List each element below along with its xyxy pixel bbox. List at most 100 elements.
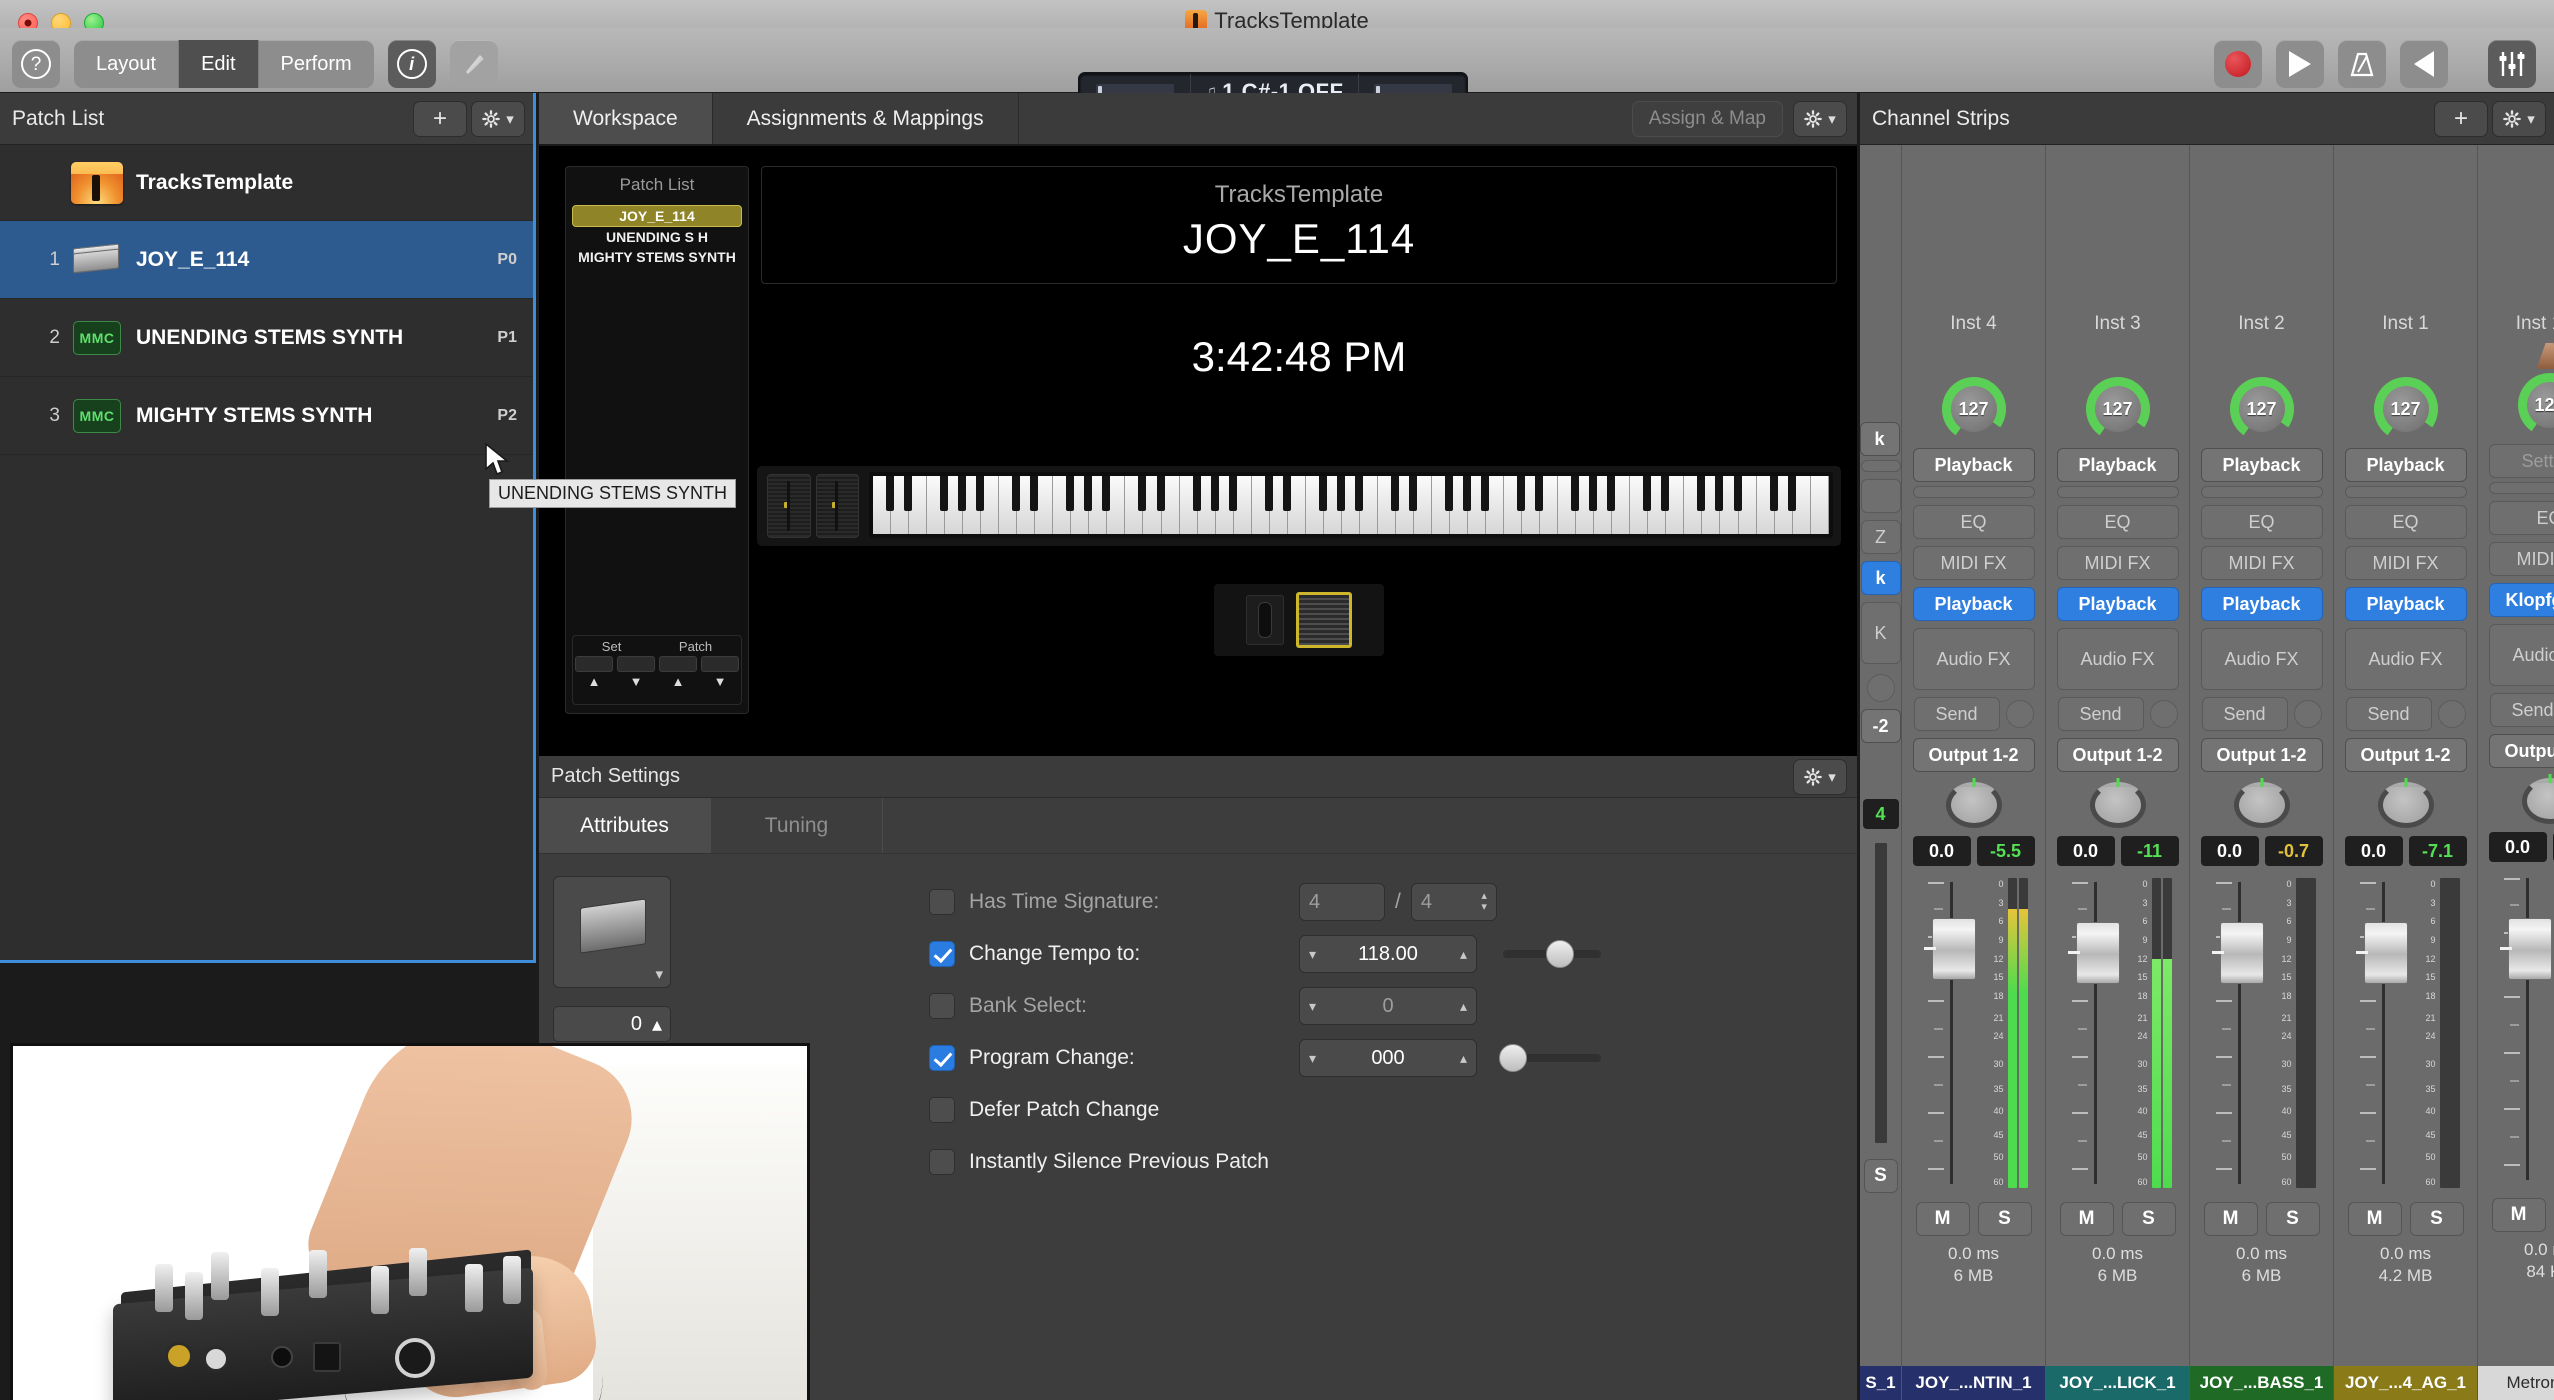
assign-and-map-button[interactable]: Assign & Map xyxy=(1631,101,1783,137)
defer-patch-change-checkbox[interactable] xyxy=(929,1097,955,1123)
tab-assignments-mappings[interactable]: Assignments & Mappings xyxy=(713,93,1019,144)
tuner-button[interactable] xyxy=(449,40,498,88)
strip-3-send-knob[interactable] xyxy=(2293,700,2322,728)
strip-4-send-knob[interactable] xyxy=(2437,700,2466,728)
workspace-patch-item-1[interactable]: JOY_E_114 xyxy=(572,205,742,227)
strip-2-pan-knob[interactable] xyxy=(2089,782,2146,828)
strip-1-insert-slot[interactable]: Playback xyxy=(1912,587,2035,621)
instantly-silence-checkbox[interactable] xyxy=(929,1149,955,1175)
program-change-slider-knob[interactable] xyxy=(1499,1044,1528,1072)
strip-2-fader[interactable] xyxy=(2064,878,2120,1188)
strip-5-eq-slot[interactable]: EQ xyxy=(2488,501,2554,535)
chevron-up-icon[interactable]: ▴ xyxy=(1460,1050,1467,1067)
strip-5-pan-knob[interactable] xyxy=(2521,778,2554,824)
strip-1-send-knob[interactable] xyxy=(2005,700,2034,728)
patch-list-folder-row[interactable]: TracksTemplate xyxy=(0,145,533,221)
strip-1-send-slot[interactable]: Send xyxy=(1913,697,2000,731)
tab-workspace[interactable]: Workspace xyxy=(539,93,713,144)
strip-5-instrument-slot[interactable]: Setting xyxy=(2488,444,2554,478)
strip-1-solo-button[interactable]: S xyxy=(1977,1202,2032,1236)
partial-eq-slot[interactable] xyxy=(1860,479,1901,513)
patch-list-row-2[interactable]: 2 MMC UNENDING STEMS SYNTH P1 xyxy=(0,299,533,377)
chevron-down-icon[interactable]: ▾ xyxy=(1309,1050,1316,1067)
strip-2-output-slot[interactable]: Output 1-2 xyxy=(2056,738,2179,772)
change-tempo-slider[interactable] xyxy=(1503,940,1601,968)
strip-2-mute-button[interactable]: M xyxy=(2059,1202,2114,1236)
chevron-down-icon[interactable]: ▾ xyxy=(1309,946,1316,963)
change-tempo-checkbox[interactable] xyxy=(929,941,955,967)
time-signature-denominator[interactable]: 4 ▴ ▾ xyxy=(1410,883,1497,921)
channel-strip-partial[interactable]: k Z k K -2 4 S S_1 xyxy=(1860,145,1902,1400)
strip-4-fader[interactable] xyxy=(2352,878,2408,1188)
mode-perform[interactable]: Perform xyxy=(259,40,374,88)
channel-strip-inst-2[interactable]: Inst 2 127 Playback EQ MIDI FX Playback … xyxy=(2190,145,2334,1400)
patch-down-button[interactable] xyxy=(701,656,739,672)
strip-4-pan-knob[interactable] xyxy=(2377,782,2434,828)
strip-2-midifx-slot[interactable]: MIDI FX xyxy=(2056,546,2179,580)
strip-3-eq-slot[interactable]: EQ xyxy=(2200,505,2323,539)
strip-5-fader[interactable] xyxy=(2496,874,2552,1184)
workspace-patch-item-2[interactable]: UNENDING S H xyxy=(566,227,748,247)
partial-output-slot[interactable]: -2 xyxy=(1860,709,1901,743)
pitch-bend-wheel-icon[interactable] xyxy=(767,474,811,538)
strip-4-mute-button[interactable]: M xyxy=(2347,1202,2402,1236)
tab-tuning[interactable]: Tuning xyxy=(711,798,883,853)
partial-insert-slot[interactable]: k xyxy=(1860,561,1901,595)
strip-4-solo-button[interactable]: S xyxy=(2409,1202,2464,1236)
chevron-down-icon[interactable]: ▾ xyxy=(1309,998,1316,1015)
help-button[interactable]: ? xyxy=(12,40,60,88)
strip-3-level-knob[interactable]: 127 xyxy=(2229,377,2294,441)
strip-2-audiofx-slot[interactable]: Audio FX xyxy=(2056,628,2179,690)
set-up-button[interactable] xyxy=(575,656,613,672)
play-button[interactable] xyxy=(2276,40,2324,88)
video-overlay[interactable] xyxy=(10,1043,810,1400)
piano-keyboard-icon[interactable] xyxy=(757,466,1841,546)
strip-2-send-slot[interactable]: Send xyxy=(2057,697,2144,731)
strip-1-instrument-slot[interactable]: Playback xyxy=(1912,448,2035,482)
strip-5-audiofx-slot[interactable]: Audio FX xyxy=(2488,624,2554,686)
strip-2-instrument-slot[interactable]: Playback xyxy=(2056,448,2179,482)
program-change-checkbox[interactable] xyxy=(929,1045,955,1071)
metronome-button[interactable] xyxy=(2338,40,2386,88)
strip-3-insert-slot[interactable]: Playback xyxy=(2200,587,2323,621)
strip-3-fader[interactable] xyxy=(2208,878,2264,1188)
strip-3-send-slot[interactable]: Send xyxy=(2201,697,2288,731)
program-change-slider[interactable] xyxy=(1499,1044,1601,1072)
strip-4-instrument-slot[interactable]: Playback xyxy=(2344,448,2467,482)
add-patch-button[interactable]: + xyxy=(413,101,467,137)
partial-midifx-slot[interactable]: Z xyxy=(1860,520,1901,554)
strip-4-audiofx-slot[interactable]: Audio FX xyxy=(2344,628,2467,690)
has-time-signature-checkbox[interactable] xyxy=(929,889,955,915)
mode-edit[interactable]: Edit xyxy=(179,40,259,88)
record-button[interactable] xyxy=(2214,40,2262,88)
strip-5-midifx-slot[interactable]: MIDI FX xyxy=(2488,542,2554,576)
patch-icon-preview[interactable]: ▾ xyxy=(553,876,671,988)
strip-5-level-knob[interactable]: 127 xyxy=(2517,373,2554,437)
modulation-wheel-icon[interactable] xyxy=(815,474,859,538)
channel-strip-inst-4[interactable]: Inst 4 127 Playback EQ MIDI FX Playback … xyxy=(1902,145,2046,1400)
chevron-up-icon[interactable]: ▴ xyxy=(1460,998,1467,1015)
mode-layout[interactable]: Layout xyxy=(74,40,180,88)
strip-3-instrument-slot[interactable]: Playback xyxy=(2200,448,2323,482)
time-signature-stepper[interactable]: ▴ ▾ xyxy=(1481,891,1487,913)
channel-strip-inst-102[interactable]: Inst 102 127 Setting EQ MIDI FX Klopfgei… xyxy=(2478,145,2554,1400)
strip-2-eq-slot[interactable]: EQ xyxy=(2056,505,2179,539)
strip-3-output-slot[interactable]: Output 1-2 xyxy=(2200,738,2323,772)
chevron-up-icon[interactable]: ▴ xyxy=(652,1012,662,1037)
strip-1-mute-button[interactable]: M xyxy=(1915,1202,1970,1236)
strip-5-output-slot[interactable]: Output 1-2 xyxy=(2488,734,2554,768)
channel-strip-inst-3[interactable]: Inst 3 127 Playback EQ MIDI FX Playback … xyxy=(2046,145,2190,1400)
strip-3-pan-knob[interactable] xyxy=(2233,782,2290,828)
channel-strip-inst-1[interactable]: Inst 1 127 Playback EQ MIDI FX Playback … xyxy=(2334,145,2478,1400)
workspace-patch-list[interactable]: Patch List JOY_E_114 UNENDING S H MIGHTY… xyxy=(565,166,749,714)
patch-list-row-1[interactable]: 1 JOY_E_114 P0 xyxy=(0,221,533,299)
strip-1-fader[interactable] xyxy=(1920,878,1976,1188)
strip-4-send-slot[interactable]: Send xyxy=(2345,697,2432,731)
center-menu-button[interactable]: ▾ xyxy=(1793,101,1847,137)
bank-select-checkbox[interactable] xyxy=(929,993,955,1019)
partial-instrument-slot[interactable]: k xyxy=(1860,422,1900,456)
master-volume-button[interactable] xyxy=(2400,40,2448,88)
expression-pedal-icon[interactable] xyxy=(1296,592,1352,648)
strip-2-insert-slot[interactable]: Playback xyxy=(2056,587,2179,621)
change-tempo-field[interactable]: ▾ 118.00 ▴ xyxy=(1299,935,1477,973)
